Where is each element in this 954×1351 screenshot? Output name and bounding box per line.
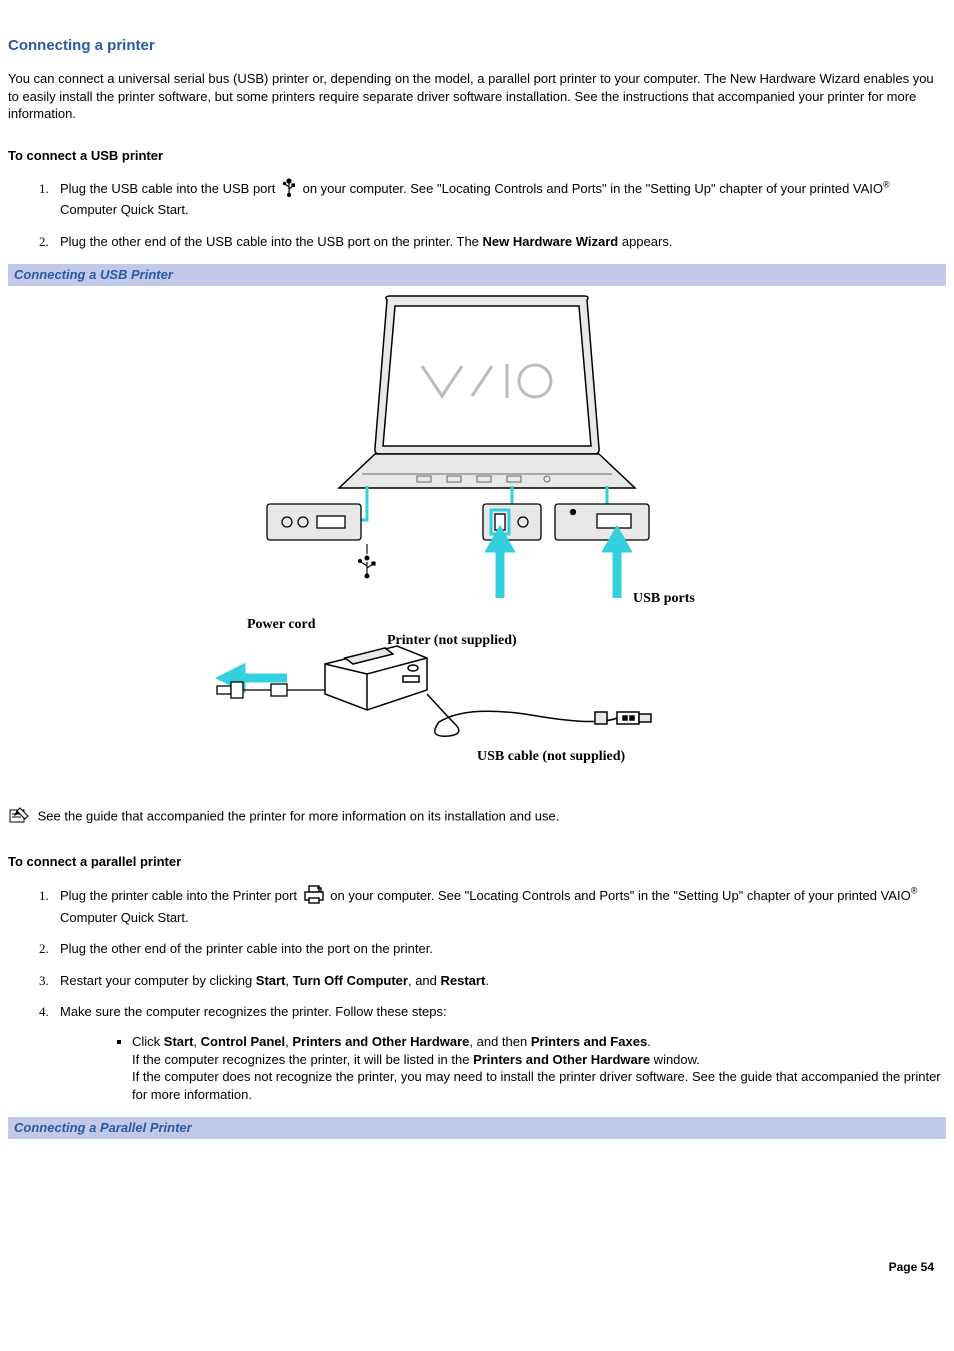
b-line2bold: Printers and Other Hardware <box>473 1052 650 1067</box>
reg-mark-2: ® <box>911 885 918 895</box>
page-number: Page 54 <box>8 1259 946 1275</box>
b-line3: If the computer does not recognize the p… <box>132 1069 941 1102</box>
usb-step1-text-c: Computer Quick Start. <box>60 202 189 217</box>
usb-port-icon <box>281 178 297 201</box>
note-row: See the guide that accompanied the print… <box>8 806 946 829</box>
p-step3-turnoff: Turn Off Computer <box>293 973 408 988</box>
b-line2b: window. <box>650 1052 700 1067</box>
usb-step-2: Plug the other end of the USB cable into… <box>52 233 946 251</box>
b-s3: , and then <box>469 1034 530 1049</box>
usb-step2-text-a: Plug the other end of the USB cable into… <box>60 234 483 249</box>
p-step3-b: . <box>485 973 489 988</box>
b-poh: Printers and Other Hardware <box>292 1034 469 1049</box>
parallel-bullet-1: Click Start, Control Panel, Printers and… <box>132 1033 946 1103</box>
reg-mark: ® <box>883 179 890 189</box>
usb-steps-list: Plug the USB cable into the USB port on … <box>8 178 946 250</box>
p-step3-restart: Restart <box>441 973 486 988</box>
page-title: Connecting a printer <box>8 36 946 56</box>
parallel-step-3: Restart your computer by clicking Start,… <box>52 972 946 990</box>
parallel-step1-c: Computer Quick Start. <box>60 910 189 925</box>
usb-heading: To connect a USB printer <box>8 147 946 165</box>
note-text: See the guide that accompanied the print… <box>38 809 560 824</box>
note-pencil-icon <box>8 806 30 829</box>
printer-port-icon <box>303 884 325 909</box>
parallel-step1-b: on your computer. See "Locating Controls… <box>330 888 910 903</box>
parallel-step-2: Plug the other end of the printer cable … <box>52 940 946 958</box>
usb-step-1: Plug the USB cable into the USB port on … <box>52 178 946 218</box>
usb-figure-caption: Connecting a USB Printer <box>8 264 946 286</box>
label-printer-ns: Printer (not supplied) <box>387 633 517 648</box>
b-start: Start <box>164 1034 194 1049</box>
label-power-cord: Power cord <box>247 617 316 632</box>
usb-step1-text-b: on your computer. See "Locating Controls… <box>303 181 883 196</box>
b-line2a: If the computer recognizes the printer, … <box>132 1052 473 1067</box>
parallel-step-1: Plug the printer cable into the Printer … <box>52 884 946 926</box>
b-pf: Printers and Faxes <box>531 1034 647 1049</box>
parallel-steps-list: Plug the printer cable into the Printer … <box>8 884 946 1103</box>
b-a1: Click <box>132 1034 164 1049</box>
b-s4: . <box>647 1034 651 1049</box>
parallel-figure-caption: Connecting a Parallel Printer <box>8 1117 946 1139</box>
parallel-step1-a: Plug the printer cable into the Printer … <box>60 888 301 903</box>
p-step4-text: Make sure the computer recognizes the pr… <box>60 1004 447 1019</box>
usb-step2-text-b: appears. <box>618 234 672 249</box>
p-step3-s1: , <box>285 973 292 988</box>
p-step3-start: Start <box>256 973 286 988</box>
label-usb-cable-ns: USB cable (not supplied) <box>477 749 626 764</box>
p-step3-s2: , and <box>408 973 441 988</box>
b-s1: , <box>193 1034 200 1049</box>
parallel-step-4: Make sure the computer recognizes the pr… <box>52 1003 946 1103</box>
label-usb-ports: USB ports <box>633 591 695 606</box>
usb-step1-text-a: Plug the USB cable into the USB port <box>60 181 279 196</box>
parallel-bullets: Click Start, Control Panel, Printers and… <box>60 1033 946 1103</box>
usb-step2-bold: New Hardware Wizard <box>483 234 619 249</box>
intro-paragraph: You can connect a universal serial bus (… <box>8 70 946 123</box>
p-step3-a: Restart your computer by clicking <box>60 973 256 988</box>
parallel-heading: To connect a parallel printer <box>8 853 946 871</box>
b-cp: Control Panel <box>201 1034 286 1049</box>
usb-figure: USB ports Power cord Printer (not suppli… <box>8 286 946 771</box>
